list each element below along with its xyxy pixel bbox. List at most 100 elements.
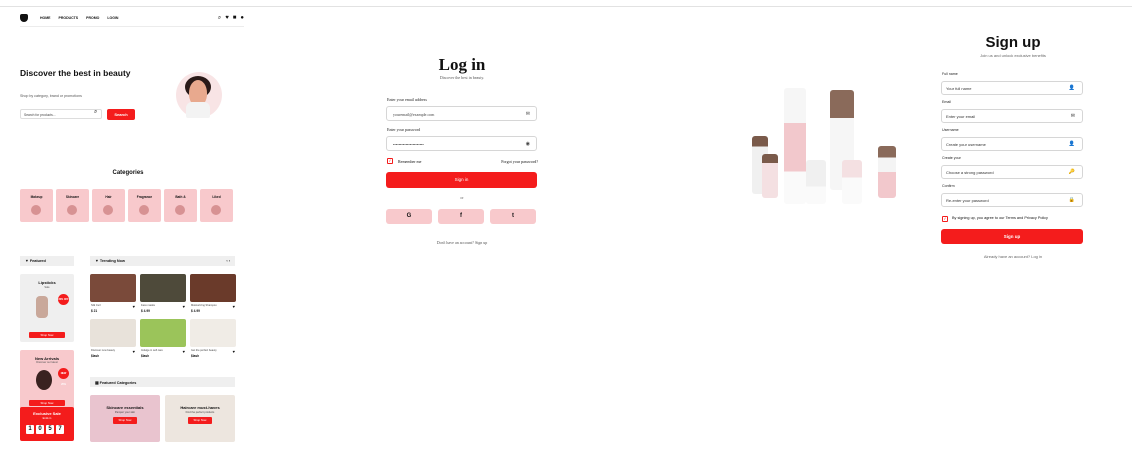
product-image <box>140 274 186 302</box>
username-field[interactable]: Create your username 👤 <box>941 137 1083 151</box>
category-makeup[interactable]: Makeup <box>20 189 53 222</box>
nav-divider <box>20 26 244 27</box>
category-fragrance[interactable]: Fragrance <box>128 189 161 222</box>
featured-category-haircare[interactable]: Haircare must-haves Find the perfect pro… <box>165 395 235 442</box>
bottle <box>762 154 778 198</box>
featured-card-lipsticks[interactable]: Lipsticks Sale 30% OFF Shop Now <box>20 274 74 342</box>
heart-icon[interactable]: ♥ <box>233 349 235 354</box>
email-field[interactable]: Enter your email ✉ <box>941 109 1083 123</box>
forgot-password-link[interactable]: Forgot your password? <box>501 159 538 164</box>
product-card[interactable]: Discover new beauty $lash ♥ <box>90 319 136 361</box>
nav-link-products[interactable]: PRODUCTS <box>59 16 79 20</box>
featured-category-skincare[interactable]: Skincare essentials Pamper your skin Sho… <box>90 395 160 442</box>
remember-checkbox[interactable]: ✓ <box>387 158 393 164</box>
product-card[interactable]: Moisturizing Shampoo $ 4.99 ♥ <box>190 274 236 316</box>
category-hair[interactable]: Hair <box>92 189 125 222</box>
featured-categories-title: Featured Categories <box>99 381 137 385</box>
card-title: Lipsticks <box>38 280 56 285</box>
product-name: Discover new beauty <box>91 349 116 352</box>
field-placeholder: Enter your email <box>946 114 976 119</box>
bag-icon[interactable]: ■ <box>233 15 237 21</box>
product-price: $ 21 <box>91 309 98 313</box>
exclusive-sale-card[interactable]: Exclusive Sale Ends in 1 0 5 7 <box>20 407 74 441</box>
shop-now-button[interactable]: Shop Now <box>113 417 137 424</box>
email-label: Enter your email address <box>387 97 427 102</box>
product-card[interactable]: Silk Curl $ 21 ♥ <box>90 274 136 316</box>
shop-now-button[interactable]: Shop Now <box>188 417 212 424</box>
nav-links: HOME PRODUCTS PROMO LOGIN <box>40 16 118 20</box>
hero-illustration <box>176 72 222 118</box>
trending-header: ▼ Trending Now ‹ › <box>90 256 235 266</box>
field-placeholder: Your full name <box>946 86 972 91</box>
facebook-icon: f <box>460 213 462 219</box>
category-bath[interactable]: Bath & <box>164 189 197 222</box>
category-list: Makeup Skincare Hair Fragrance Bath & Li… <box>20 189 233 222</box>
jar <box>842 160 862 204</box>
twitter-icon: t <box>512 213 514 219</box>
password-value: •••••••••••••••••••••• <box>393 142 424 147</box>
nav-link-login[interactable]: LOGIN <box>107 16 118 20</box>
user-icon[interactable]: ● <box>240 15 244 21</box>
brand-logo[interactable] <box>20 14 28 22</box>
product-price: $ 4.99 <box>191 309 200 313</box>
product-image <box>190 274 236 302</box>
fullname-label: Full name <box>942 72 958 76</box>
signup-link[interactable]: Don't have an account? Sign up <box>386 240 538 245</box>
shop-now-button[interactable]: Shop Now <box>29 400 65 406</box>
heart-icon[interactable]: ♥ <box>183 349 185 354</box>
sign-up-button[interactable]: Sign up <box>941 229 1083 244</box>
password-field[interactable]: Choose a strong password 🔑 <box>941 165 1083 179</box>
categories-title: Categories <box>112 170 144 176</box>
confirm-password-field[interactable]: Re-enter your password 🔒 <box>941 193 1083 207</box>
nav-link-promo[interactable]: PROMO <box>86 16 99 20</box>
fullname-field[interactable]: Your full name 👤 <box>941 81 1083 95</box>
shop-now-button[interactable]: Shop Now <box>29 332 65 338</box>
heart-icon[interactable]: ♥ <box>225 15 229 21</box>
heart-icon[interactable]: ♥ <box>233 304 235 309</box>
product-card[interactable]: Get the perfect beauty $lash ♥ <box>190 319 236 361</box>
carousel-arrows[interactable]: ‹ › <box>226 259 230 263</box>
password-field[interactable]: •••••••••••••••••••••• ◉ <box>386 136 537 151</box>
card-title: Exclusive Sale <box>33 411 61 416</box>
search-input[interactable]: Search for products... <box>20 109 102 119</box>
heart-icon[interactable]: ♥ <box>133 304 135 309</box>
bottle <box>878 146 896 198</box>
user-icon: 👤 <box>1068 85 1075 91</box>
username-label: Username <box>942 128 959 132</box>
twitter-button[interactable]: t <box>490 209 536 224</box>
category-label: Skincare <box>65 195 80 199</box>
category-liked[interactable]: Liked <box>200 189 233 222</box>
email-value: youremail@example.com <box>393 112 435 117</box>
terms-checkbox[interactable]: ✓ <box>942 216 948 222</box>
or-divider: or <box>460 195 464 200</box>
category-title: Skincare essentials <box>106 405 144 410</box>
product-image <box>36 296 48 318</box>
google-icon: G <box>406 213 412 219</box>
product-image <box>190 319 236 347</box>
search-button[interactable]: Search <box>107 109 135 120</box>
nav-link-home[interactable]: HOME <box>40 16 51 20</box>
sign-in-button[interactable]: Sign in <box>386 172 537 188</box>
design-canvas: HOME PRODUCTS PROMO LOGIN ⌕ ♥ ■ ● Discov… <box>0 0 1132 455</box>
product-card[interactable]: Indulge in self care $lash ♥ <box>140 319 186 361</box>
product-name: Silk Curl <box>91 304 101 307</box>
timer-digit: 1 <box>26 425 34 434</box>
search-icon[interactable]: ⌕ <box>94 109 97 116</box>
featured-card-new-arrivals[interactable]: New Arrivals Discover our latest NEW 20%… <box>20 350 74 414</box>
login-link[interactable]: Already have an account? Log in <box>941 254 1085 259</box>
timer-digit: 7 <box>56 425 64 434</box>
heart-icon[interactable]: ♥ <box>133 349 135 354</box>
category-label: Fragrance <box>136 195 153 199</box>
facebook-button[interactable]: f <box>438 209 484 224</box>
email-field[interactable]: youremail@example.com ✉ <box>386 106 537 121</box>
category-title: Haircare must-haves <box>180 405 220 410</box>
google-button[interactable]: G <box>386 209 432 224</box>
product-card[interactable]: Face masks $ 4.99 ♥ <box>140 274 186 316</box>
search-icon[interactable]: ⌕ <box>218 15 221 22</box>
category-label: Makeup <box>30 195 43 199</box>
eye-icon[interactable]: ◉ <box>526 141 530 147</box>
mail-icon: ✉ <box>1070 113 1075 119</box>
category-skincare[interactable]: Skincare <box>56 189 89 222</box>
heart-icon[interactable]: ♥ <box>183 304 185 309</box>
login-title: Log in <box>438 55 486 74</box>
